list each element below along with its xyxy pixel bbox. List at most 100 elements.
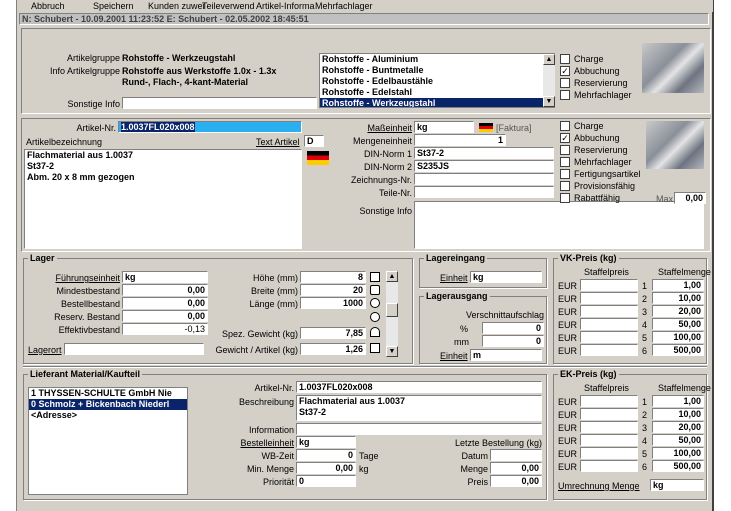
staffelpreis-field[interactable] [580,318,638,330]
list-item[interactable]: <Adresse> [29,410,187,421]
staffelpreis-field[interactable] [580,292,638,304]
hoehe-field[interactable]: 8 [300,271,366,283]
beschreibung-field[interactable]: Flachmaterial aus 1.0037 St37-2 [296,395,542,421]
group-charge-checkbox[interactable] [560,54,570,64]
menu-kunden-zuweisen[interactable]: Kunden zuwei [148,1,205,11]
rabattfaehig-checkbox[interactable] [560,193,570,203]
group-mehrfachlager-checkbox[interactable] [560,90,570,100]
eingang-einheit-label[interactable]: Einheit [440,273,468,283]
ausgang-einheit-label[interactable]: Einheit [440,351,468,361]
staffelpreis-field[interactable] [580,279,638,291]
max-field[interactable]: 0,00 [674,192,706,204]
staffelmenge-field[interactable]: 500,00 [652,460,704,472]
shape-tube-icon[interactable] [370,285,380,295]
gewicht-artikel-field[interactable]: 1,26 [300,343,366,355]
shape-angle-icon[interactable] [370,343,380,353]
language-field[interactable]: D [304,135,324,147]
wb-zeit-field[interactable]: 0 [296,449,356,461]
fuehrungseinheit-field[interactable]: kg [122,271,208,283]
staffelpreis-field[interactable] [580,331,638,343]
lieferant-list[interactable]: 1 THYSSEN-SCHULTE GmbH Nie 0 Schmolz + B… [28,387,188,495]
menu-abbruch[interactable]: Abbruch [31,1,65,11]
staffelmenge-field[interactable]: 1,00 [652,279,704,291]
shape-round-icon[interactable] [370,298,380,308]
shape-profile-icon[interactable] [370,327,380,337]
umrechnung-menge-field[interactable]: kg [650,479,704,491]
menu-teileverwendung[interactable]: Teileverwend [202,1,255,11]
din-norm-1-field[interactable]: St37-2 [414,147,554,159]
list-item[interactable]: Rohstoffe - Edelbaustähle [320,76,554,87]
artikelgruppe-list[interactable]: Rohstoffe - Aluminium Rohstoffe - Buntme… [319,53,555,108]
breite-field[interactable]: 20 [300,284,366,296]
staffelpreis-field[interactable] [580,447,638,459]
article-abbuchung-checkbox[interactable]: ✓ [560,133,570,143]
scroll-up-icon[interactable]: ▲ [543,54,555,65]
list-item-selected[interactable]: Rohstoffe - Werkzeugstahl [320,98,554,107]
list-item[interactable]: Rohstoffe - Aluminium [320,54,554,65]
artikel-nr-field[interactable]: 1.0037FL020x008 [118,121,302,133]
masseinheit-label[interactable]: Maßeinheit [334,123,412,133]
artikelbezeichnung-text[interactable]: Flachmaterial aus 1.0037 St37-2 Abm. 20 … [24,149,302,249]
list-item[interactable]: Rohstoffe - Edelstahl [320,87,554,98]
bestelleinheit-field[interactable]: kg [296,436,356,448]
scroll-down-icon[interactable]: ▼ [386,346,398,357]
laenge-field[interactable]: 1000 [300,297,366,309]
din-norm-2-field[interactable]: S235JS [414,160,554,172]
prioritaet-field[interactable]: 0 [296,475,356,487]
teile-nr-field[interactable] [414,186,554,198]
mindestbestand-field[interactable]: 0,00 [122,284,208,296]
min-menge-field[interactable]: 0,00 [296,462,356,474]
list-item-selected[interactable]: 0 Schmolz + Bickenbach Niederl [29,399,187,410]
staffelpreis-field[interactable] [580,408,638,420]
staffelpreis-field[interactable] [580,344,638,356]
group-abbuchung-checkbox[interactable]: ✓ [560,66,570,76]
percent-field[interactable]: 0 [482,322,544,334]
sonstige-info-field[interactable] [122,97,317,109]
scroll-thumb[interactable] [386,303,398,317]
staffelmenge-field[interactable]: 20,00 [652,421,704,433]
staffelpreis-field[interactable] [580,460,638,472]
list-item[interactable]: Rohstoffe - Buntmetalle [320,65,554,76]
lagerort-field[interactable] [64,343,204,355]
datum-field[interactable] [490,449,542,461]
staffelmenge-field[interactable]: 1,00 [652,395,704,407]
eingang-einheit-field[interactable]: kg [470,271,542,283]
lief-artikel-nr-field[interactable]: 1.0037FL020x008 [296,381,542,393]
group-reservierung-checkbox[interactable] [560,78,570,88]
masseinheit-field[interactable]: kg [414,121,474,133]
zeichnungs-nr-field[interactable] [414,173,554,185]
staffelpreis-field[interactable] [580,421,638,433]
menu-mehrfachlager[interactable]: Mehrfachlager [315,1,373,11]
staffelmenge-field[interactable]: 500,00 [652,344,704,356]
article-reservierung-checkbox[interactable] [560,145,570,155]
umrechnung-menge-link[interactable]: Umrechnung Menge [558,481,640,491]
staffelmenge-field[interactable]: 10,00 [652,292,704,304]
ausgang-einheit-field[interactable]: m [470,349,542,361]
staffelpreis-field[interactable] [580,434,638,446]
bestelleinheit-label[interactable]: Bestelleinheit [192,438,294,448]
mengeneinheit-field[interactable]: 1 [414,134,506,146]
scroll-up-icon[interactable]: ▲ [386,271,398,282]
staffelmenge-field[interactable]: 50,00 [652,318,704,330]
staffelmenge-field[interactable]: 20,00 [652,305,704,317]
staffelmenge-field[interactable]: 100,00 [652,447,704,459]
effektivbestand-field[interactable]: -0,13 [122,323,208,335]
reserv-bestand-field[interactable]: 0,00 [122,310,208,322]
scroll-down-icon[interactable]: ▼ [543,96,555,107]
shape-flat-icon[interactable] [370,272,380,282]
text-artikel-link[interactable]: Text Artikel [256,137,300,147]
german-flag-icon[interactable] [307,151,329,165]
fertigungsartikel-checkbox[interactable] [560,169,570,179]
lagerort-label[interactable]: Lagerort [28,345,62,355]
mm-field[interactable]: 0 [482,335,544,347]
information-field[interactable] [296,423,542,435]
staffelmenge-field[interactable]: 10,00 [652,408,704,420]
bestellbestand-field[interactable]: 0,00 [122,297,208,309]
staffelpreis-field[interactable] [580,305,638,317]
staffelpreis-field[interactable] [580,395,638,407]
staffelmenge-field[interactable]: 100,00 [652,331,704,343]
menge-field[interactable]: 0,00 [490,462,542,474]
fuehrungseinheit-label[interactable]: Führungseinheit [26,273,120,283]
menu-speichern[interactable]: Speichern [93,1,134,11]
spez-gewicht-field[interactable]: 7,85 [300,327,366,339]
